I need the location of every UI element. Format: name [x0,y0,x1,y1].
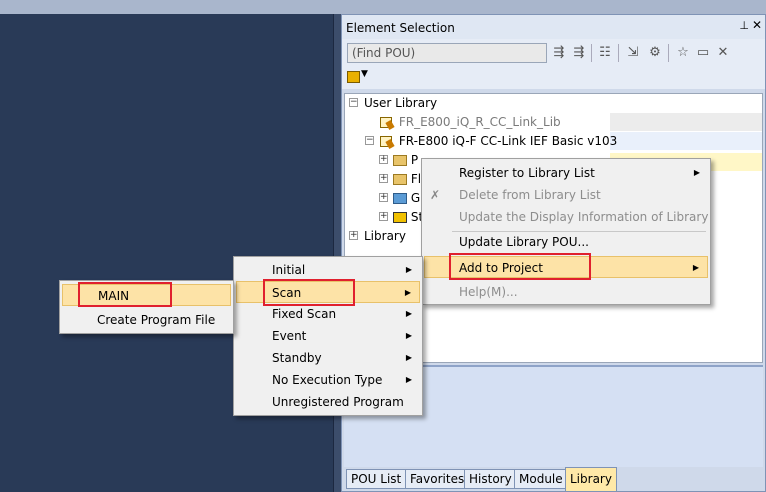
library-icon [379,135,395,149]
tree-item-label: Library [364,229,406,243]
expand-icon[interactable]: + [379,212,388,221]
import-icon[interactable]: ⇲ [624,44,642,62]
menu-item-standby[interactable]: Standby ▶ [236,347,420,369]
highlight-add-to-project [449,253,591,280]
panel-title-bar: Element Selection ⊥ ✕ [342,15,765,39]
panel-splitter[interactable] [333,14,341,492]
expand-icon[interactable]: + [379,155,388,164]
close-icon[interactable]: ✕ [752,18,762,32]
folder-icon [393,174,407,185]
menu-item-label: Initial [272,263,306,277]
tree-item-label: P [410,153,419,167]
find-prev-icon[interactable]: ⇶ [570,44,588,62]
expand-icon[interactable]: + [379,193,388,202]
menu-item-label: Fixed Scan [272,307,337,321]
menu-item-register-to-library-list[interactable]: Register to Library List ▶ [424,162,708,184]
highlight-main [78,282,172,307]
toolbar-divider [618,44,619,62]
list-icon[interactable]: ☷ [596,44,614,62]
submenu-arrow-icon: ▶ [405,265,412,274]
menu-item-initial[interactable]: Initial ▶ [236,259,420,281]
tab-history[interactable]: History [464,469,517,489]
library-icon [347,71,360,83]
menu-item-no-execution-type[interactable]: No Execution Type ▶ [236,369,420,391]
pin-icon[interactable]: ⊥ [739,19,749,32]
workspace-area [0,14,333,492]
expand-icon[interactable]: + [379,174,388,183]
tree-grid-cell [610,132,762,150]
toolbar-divider [591,44,592,62]
tree-item-label: Fl [410,172,422,186]
menu-item-label: Update Library POU... [459,235,589,249]
title-bar-strip [0,0,766,14]
collapse-icon[interactable]: − [349,98,358,107]
tab-library[interactable]: Library [565,467,617,491]
tree-grid-cell [610,113,762,131]
structure-icon [393,212,407,223]
panel-title: Element Selection [346,21,455,35]
menu-item-create-program-file[interactable]: Create Program File [62,309,231,331]
menu-item-label: Unregistered Program [272,395,404,409]
submenu-arrow-icon: ▶ [405,353,412,362]
submenu-arrow-icon: ▶ [693,168,700,177]
expand-icon[interactable]: + [349,231,358,240]
menu-item-label: Delete from Library List [459,188,601,202]
collapse-icon[interactable]: − [365,136,374,145]
tree-item-label: FR_E800_iQ_R_CC_Link_Lib [398,115,561,129]
tree-item-lib1[interactable]: FR_E800_iQ_R_CC_Link_Lib [379,113,561,131]
delete-icon: ✗ [430,188,441,202]
submenu-arrow-icon: ▶ [405,375,412,384]
menu-item-event[interactable]: Event ▶ [236,325,420,347]
settings-icon[interactable]: ⚙ [646,44,664,62]
library-dropdown-button[interactable]: ▼ [347,69,369,85]
toolbar-divider [668,44,669,62]
menu-item-label: Standby [272,351,322,365]
tree-item-label: User Library [364,96,438,110]
menu-item-label: Help(M)... [459,285,518,299]
delete-icon[interactable]: ✕ [714,44,732,62]
menu-item-label: No Execution Type [272,373,383,387]
folder-icon [393,155,407,166]
menu-item-delete-from-library-list[interactable]: ✗ Delete from Library List [424,184,708,206]
favorite-icon[interactable]: ☆ [674,44,692,62]
library-context-menu: Register to Library List ▶ ✗ Delete from… [421,158,711,305]
menu-item-unregistered-program[interactable]: Unregistered Program [236,391,420,413]
search-input[interactable]: (Find POU) [347,43,547,63]
menu-item-update-library-pou[interactable]: Update Library POU... [424,231,708,253]
folder-icon[interactable]: ▭ [694,44,712,62]
library-icon [379,116,395,130]
menu-item-label: Register to Library List [459,166,595,180]
menu-item-label: Update the Display Information of Librar… [459,210,709,224]
find-next-icon[interactable]: ⇶ [550,44,568,62]
submenu-arrow-icon: ▶ [692,263,699,272]
menu-item-label: Create Program File [97,313,216,327]
tab-favorites[interactable]: Favorites [405,469,470,489]
chevron-down-icon: ▼ [361,69,368,79]
menu-item-update-display-information[interactable]: Update the Display Information of Librar… [424,206,708,228]
tab-pou-list[interactable]: POU List [346,469,407,489]
submenu-arrow-icon: ▶ [405,309,412,318]
submenu-arrow-icon: ▶ [405,331,412,340]
tree-item-label: FR-E800 iQ-F CC-Link IEF Basic v103 [398,134,618,148]
submenu-arrow-icon: ▶ [404,288,411,297]
globe-icon [393,193,407,204]
menu-item-label: Event [272,329,307,343]
tab-module[interactable]: Module [514,469,568,489]
panel-tabs: POU List Favorites History Module Librar… [344,467,763,491]
panel-toolbar: (Find POU) ⇶ ⇶ ☷ ⇲ ⚙ ☆ ▭ ✕ ▼ [342,39,765,89]
highlight-scan [263,279,355,306]
menu-item-help[interactable]: Help(M)... [424,281,708,303]
tree-item-label: G [410,191,421,205]
menu-item-fixed-scan[interactable]: Fixed Scan ▶ [236,303,420,325]
